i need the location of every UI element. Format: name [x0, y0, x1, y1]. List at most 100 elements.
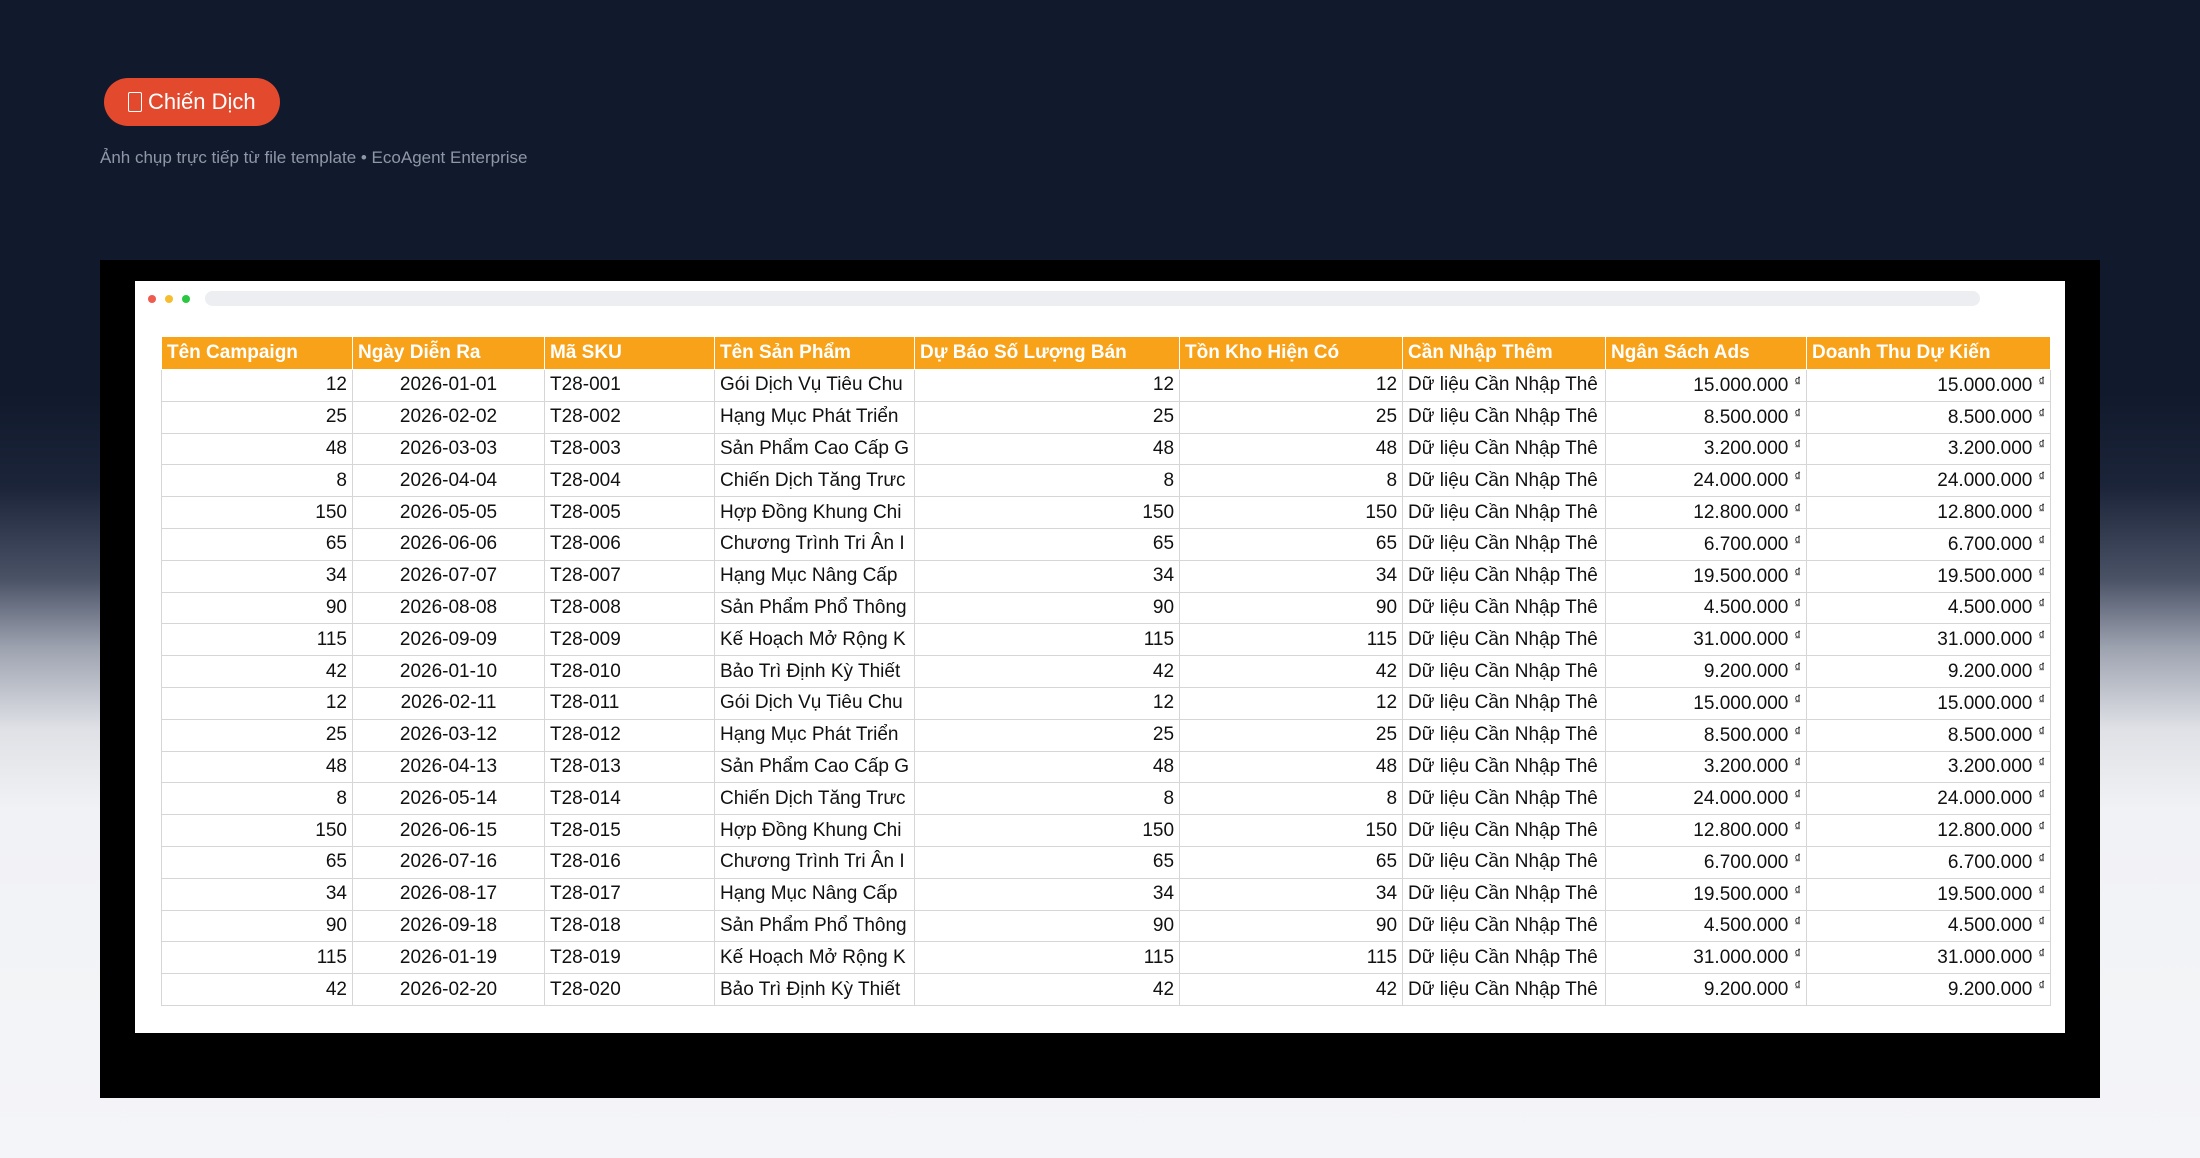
- table-cell[interactable]: 150: [914, 496, 1181, 529]
- table-row[interactable]: 65 2026-07-16 T28-016 Chương Trình Tri Ân I…: [161, 845, 2052, 879]
- table-cell[interactable]: 4.500.000 ₫: [1605, 909, 1808, 943]
- table-cell[interactable]: 2026-05-05: [352, 496, 545, 529]
- table-cell[interactable]: 2026-04-04: [352, 464, 545, 498]
- table-cell[interactable]: 8.500.000 ₫: [1806, 400, 2052, 434]
- table-cell[interactable]: Dữ liệu Cần Nhập Thê: [1402, 718, 1607, 752]
- table-cell[interactable]: 24.000.000 ₫: [1605, 464, 1808, 498]
- column-header[interactable]: Tên Campaign: [161, 336, 353, 370]
- table-cell[interactable]: 150: [1179, 814, 1404, 847]
- table-cell[interactable]: 2026-08-17: [352, 877, 545, 911]
- table-cell[interactable]: 2026-01-01: [352, 369, 545, 402]
- table-cell[interactable]: Hạng Mục Nâng Cấp: [713, 877, 916, 911]
- table-cell[interactable]: 25: [161, 718, 353, 752]
- table-cell[interactable]: 42: [914, 655, 1181, 688]
- table-cell[interactable]: Dữ liệu Cần Nhập Thê: [1402, 750, 1607, 784]
- table-cell[interactable]: 8.500.000 ₫: [1605, 400, 1808, 434]
- table-cell[interactable]: Kế Hoạch Mở Rộng K: [713, 941, 916, 975]
- table-cell[interactable]: 8.500.000 ₫: [1806, 718, 2052, 752]
- table-cell[interactable]: Hợp Đồng Khung Chi: [713, 496, 916, 529]
- table-cell[interactable]: 19.500.000 ₫: [1605, 877, 1808, 911]
- table-cell[interactable]: T28-010: [544, 655, 715, 688]
- table-cell[interactable]: 90: [914, 909, 1181, 943]
- table-cell[interactable]: 65: [161, 845, 353, 879]
- table-cell[interactable]: 12.800.000 ₫: [1806, 814, 2052, 847]
- table-cell[interactable]: Hạng Mục Phát Triển: [713, 400, 916, 434]
- table-row[interactable]: 90 2026-08-08 T28-008 Sản Phẩm Phổ Thông 90 9…: [161, 591, 2052, 625]
- table-cell[interactable]: 48: [914, 750, 1181, 784]
- table-cell[interactable]: 150: [161, 496, 353, 529]
- column-header[interactable]: Ngày Diễn Ra: [352, 336, 545, 370]
- table-cell[interactable]: 150: [1179, 496, 1404, 529]
- table-cell[interactable]: Hạng Mục Nâng Cấp: [713, 559, 916, 593]
- table-cell[interactable]: T28-009: [544, 623, 715, 657]
- table-cell[interactable]: T28-002: [544, 400, 715, 434]
- table-cell[interactable]: Dữ liệu Cần Nhập Thê: [1402, 591, 1607, 625]
- table-cell[interactable]: T28-013: [544, 750, 715, 784]
- table-cell[interactable]: 115: [914, 941, 1181, 975]
- table-row[interactable]: 48 2026-04-13 T28-013 Sản Phẩm Cao Cấp G 48 4…: [161, 750, 2052, 784]
- table-cell[interactable]: 6.700.000 ₫: [1605, 527, 1808, 561]
- table-cell[interactable]: T28-007: [544, 559, 715, 593]
- table-cell[interactable]: 12.800.000 ₫: [1605, 496, 1808, 529]
- table-cell[interactable]: Chiến Dịch Tăng Trưc: [713, 464, 916, 498]
- table-row[interactable]: 34 2026-08-17 T28-017 Hạng Mục Nâng Cấp 34 34…: [161, 877, 2052, 911]
- table-cell[interactable]: 3.200.000 ₫: [1605, 750, 1808, 784]
- table-cell[interactable]: 42: [1179, 973, 1404, 1006]
- column-header[interactable]: Mã SKU: [544, 336, 715, 370]
- table-cell[interactable]: 48: [914, 432, 1181, 466]
- table-cell[interactable]: 65: [914, 527, 1181, 561]
- table-cell[interactable]: 2026-06-15: [352, 814, 545, 847]
- table-cell[interactable]: Chương Trình Tri Ân I: [713, 527, 916, 561]
- table-cell[interactable]: T28-014: [544, 782, 715, 816]
- table-cell[interactable]: T28-020: [544, 973, 715, 1006]
- table-cell[interactable]: 2026-09-18: [352, 909, 545, 943]
- table-cell[interactable]: 31.000.000 ₫: [1806, 623, 2052, 657]
- table-cell[interactable]: 6.700.000 ₫: [1806, 845, 2052, 879]
- table-cell[interactable]: 150: [161, 814, 353, 847]
- table-cell[interactable]: 65: [1179, 845, 1404, 879]
- table-cell[interactable]: Dữ liệu Cần Nhập Thê: [1402, 909, 1607, 943]
- table-cell[interactable]: 2026-07-16: [352, 845, 545, 879]
- table-cell[interactable]: 25: [1179, 400, 1404, 434]
- table-cell[interactable]: 65: [161, 527, 353, 561]
- table-cell[interactable]: 4.500.000 ₫: [1806, 909, 2052, 943]
- table-row[interactable]: 90 2026-09-18 T28-018 Sản Phẩm Phổ Thông 90 9…: [161, 909, 2052, 943]
- table-cell[interactable]: Dữ liệu Cần Nhập Thê: [1402, 623, 1607, 657]
- table-cell[interactable]: 9.200.000 ₫: [1806, 655, 2052, 688]
- table-cell[interactable]: 12: [1179, 686, 1404, 720]
- table-cell[interactable]: 90: [161, 591, 353, 625]
- table-cell[interactable]: Hợp Đồng Khung Chi: [713, 814, 916, 847]
- table-cell[interactable]: Dữ liệu Cần Nhập Thê: [1402, 877, 1607, 911]
- table-cell[interactable]: 12: [161, 686, 353, 720]
- table-cell[interactable]: 2026-03-12: [352, 718, 545, 752]
- table-cell[interactable]: 2026-01-10: [352, 655, 545, 688]
- table-cell[interactable]: Bảo Trì Định Kỳ Thiết: [713, 973, 916, 1006]
- table-cell[interactable]: 3.200.000 ₫: [1605, 432, 1808, 466]
- table-cell[interactable]: 115: [1179, 941, 1404, 975]
- table-cell[interactable]: 25: [914, 718, 1181, 752]
- table-cell[interactable]: 2026-08-08: [352, 591, 545, 625]
- table-cell[interactable]: T28-008: [544, 591, 715, 625]
- table-cell[interactable]: 9.200.000 ₫: [1605, 655, 1808, 688]
- table-row[interactable]: 150 2026-06-15 T28-015 Hợp Đồng Khung Chi 15…: [161, 814, 2052, 847]
- table-cell[interactable]: Dữ liệu Cần Nhập Thê: [1402, 432, 1607, 466]
- table-cell[interactable]: 42: [914, 973, 1181, 1006]
- table-cell[interactable]: 31.000.000 ₫: [1806, 941, 2052, 975]
- table-cell[interactable]: 48: [1179, 432, 1404, 466]
- table-cell[interactable]: 115: [914, 623, 1181, 657]
- table-cell[interactable]: 34: [1179, 877, 1404, 911]
- table-cell[interactable]: T28-018: [544, 909, 715, 943]
- table-row[interactable]: 65 2026-06-06 T28-006 Chương Trình Tri Ân I…: [161, 527, 2052, 561]
- table-cell[interactable]: 48: [1179, 750, 1404, 784]
- column-header[interactable]: Cần Nhập Thêm: [1402, 336, 1607, 370]
- table-row[interactable]: 25 2026-02-02 T28-002 Hạng Mục Phát Triển 25…: [161, 400, 2052, 434]
- table-cell[interactable]: Chiến Dịch Tăng Trưc: [713, 782, 916, 816]
- table-cell[interactable]: 8: [161, 782, 353, 816]
- table-cell[interactable]: 15.000.000 ₫: [1806, 369, 2052, 402]
- table-cell[interactable]: T28-003: [544, 432, 715, 466]
- table-cell[interactable]: Dữ liệu Cần Nhập Thê: [1402, 845, 1607, 879]
- table-cell[interactable]: Dữ liệu Cần Nhập Thê: [1402, 941, 1607, 975]
- table-cell[interactable]: 6.700.000 ₫: [1605, 845, 1808, 879]
- table-cell[interactable]: 4.500.000 ₫: [1605, 591, 1808, 625]
- table-cell[interactable]: 34: [914, 877, 1181, 911]
